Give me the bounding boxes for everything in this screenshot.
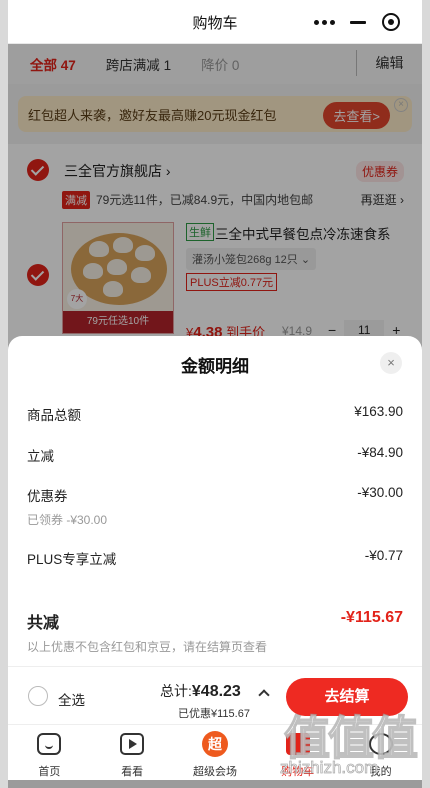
cart-icon — [285, 733, 310, 755]
sheet-title: 金额明细 — [181, 357, 249, 376]
tab-label: 购物车 — [281, 766, 315, 778]
tab-watch[interactable]: 看看 — [91, 725, 174, 780]
total-discount-value: -¥115.67 — [340, 609, 403, 626]
navigation-bar: 购物车 — [8, 0, 422, 44]
detail-label: 商品总额 — [27, 408, 81, 423]
detail-label: PLUS专享立减 — [27, 552, 117, 567]
select-all-radio[interactable] — [28, 686, 48, 706]
play-icon — [120, 733, 145, 755]
total-discount-row: 共减 -¥115.67 — [27, 609, 403, 633]
detail-value: -¥84.90 — [357, 445, 403, 460]
detail-value: -¥0.77 — [364, 548, 403, 563]
more-icon[interactable] — [313, 19, 335, 25]
tab-super-venue[interactable]: 超 超级会场 — [174, 725, 257, 780]
detail-row: 立减 -¥84.90 — [27, 445, 403, 465]
coupon-note: 已领券 -¥30.00 — [27, 513, 108, 527]
detail-row: PLUS专享立减 -¥0.77 — [27, 548, 403, 568]
detail-row: 商品总额 ¥163.90 — [27, 404, 403, 424]
mini-program-capsule — [306, 8, 408, 36]
sheet-footnote: 以上优惠不包含红包和京豆，请在结算页查看 — [27, 640, 268, 654]
total-value: ¥48.23 — [191, 683, 241, 700]
detail-label: 立减 — [27, 449, 54, 464]
tab-label: 首页 — [38, 766, 61, 778]
checkout-button[interactable]: 去结算 — [286, 678, 408, 716]
home-icon — [37, 733, 62, 755]
user-icon — [368, 733, 393, 755]
minimize-icon[interactable] — [350, 20, 367, 24]
chevron-up-icon[interactable] — [258, 689, 270, 701]
close-program-icon[interactable] — [382, 13, 401, 31]
total-discount-label: 共减 — [27, 615, 60, 632]
amount-detail-sheet: 金额明细 × 商品总额 ¥163.90 立减 -¥84.90 优惠券 -¥30.… — [8, 336, 422, 666]
tab-cart[interactable]: 购物车 — [256, 725, 339, 780]
tab-bar: 首页 看看 超 超级会场 购物车 我的 — [8, 724, 422, 780]
detail-value: ¥163.90 — [354, 404, 403, 419]
tab-label: 我的 — [369, 766, 392, 778]
checkout-bar: 全选 总计:¥48.23 已优惠¥115.67 去结算 — [8, 666, 422, 724]
saved-amount: 已优惠¥115.67 — [178, 708, 250, 720]
tab-home[interactable]: 首页 — [8, 725, 91, 780]
detail-label: 优惠券 — [27, 489, 68, 504]
detail-value: -¥30.00 — [357, 485, 403, 500]
super-venue-icon: 超 — [201, 731, 228, 757]
total-prefix: 总计: — [160, 683, 192, 699]
tab-label: 超级会场 — [192, 766, 237, 778]
select-all-label[interactable]: 全选 — [58, 689, 85, 709]
close-icon[interactable]: × — [380, 352, 402, 374]
detail-row: 优惠券 -¥30.00 — [27, 485, 403, 505]
tab-mine[interactable]: 我的 — [339, 725, 422, 780]
tab-label: 看看 — [121, 766, 144, 778]
total-amount: 总计:¥48.23 — [160, 681, 241, 701]
